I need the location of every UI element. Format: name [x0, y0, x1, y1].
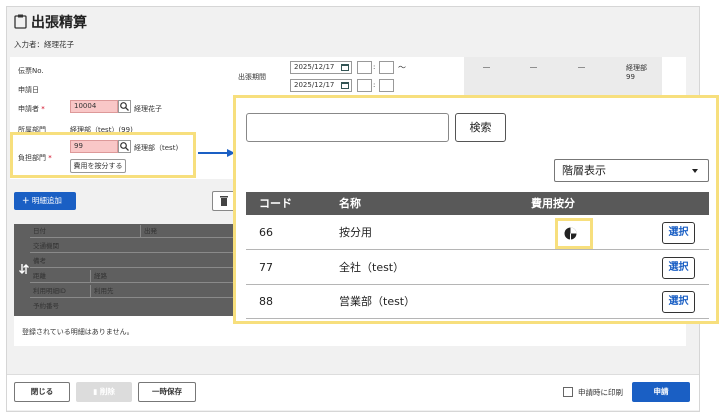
delete-button[interactable]: ▮ 削除 [76, 382, 132, 402]
clipboard-icon [14, 14, 27, 29]
empty-message: 登録されている明細はありません。 [22, 328, 134, 336]
page-title: 出張精算 [31, 15, 87, 31]
range-separator: 〜 [398, 63, 406, 72]
time-to-minute[interactable] [379, 79, 394, 92]
col-name: 名称 [339, 197, 361, 210]
temp-save-button[interactable]: 一時保存 [138, 382, 196, 402]
entrant-info: 入力者：経理花子 [14, 40, 74, 49]
row-code: 66 [259, 226, 273, 239]
calendar-icon [341, 82, 349, 89]
select-button[interactable]: 選択 [662, 257, 695, 279]
table-row: 77 全社（test） 選択 [246, 251, 709, 285]
trip-period-label: 出張期間 [238, 73, 266, 81]
col-allocation: 費用按分 [531, 197, 575, 210]
trash-icon: ▮ [93, 387, 98, 396]
info-col-3: ― [578, 63, 585, 71]
pointer-arrow [198, 152, 230, 154]
print-on-apply-checkbox[interactable] [563, 387, 573, 397]
table-row: 88 営業部（test） 選択 [246, 285, 709, 319]
select-button[interactable]: 選択 [662, 291, 695, 313]
popup-search-button[interactable]: 検索 [455, 113, 506, 142]
col-code: コード [259, 197, 292, 210]
popup-search-input[interactable] [246, 113, 449, 142]
chevron-down-icon [692, 169, 698, 173]
search-icon [120, 102, 129, 111]
detail-header-row-4: 距離 経路 [30, 270, 236, 283]
allocation-icon-highlight [555, 218, 593, 249]
applicant-code-field[interactable]: 10004 [70, 100, 118, 113]
row-name: 按分用 [339, 226, 372, 239]
trash-icon [220, 196, 228, 206]
print-on-apply-label: 申請時に印刷 [578, 388, 623, 397]
burden-dept-highlight [10, 132, 196, 178]
sort-arrows-icon[interactable] [18, 262, 30, 276]
apply-button[interactable]: 申請 [632, 382, 690, 402]
row-name: 全社（test） [339, 261, 405, 274]
applicant-label: 申請者 * [18, 105, 45, 113]
time-from-minute[interactable] [379, 61, 394, 74]
row-code: 77 [259, 261, 273, 274]
time-separator: : [373, 81, 376, 89]
close-button[interactable]: 閉じる [14, 382, 70, 402]
info-dept-code: 99 [626, 73, 635, 81]
date-from-field[interactable]: 2025/12/17 [290, 61, 352, 74]
calendar-icon [341, 64, 349, 71]
slip-no-label: 伝票No. [18, 67, 44, 75]
view-mode-select[interactable]: 階層表示 [554, 159, 709, 182]
detail-header-row-6: 予約番号 [33, 302, 59, 310]
info-col-1: ― [483, 63, 490, 71]
detail-header-row-5: 利用明細ID 利用先 [30, 285, 236, 298]
detail-header-row-1: 日付 出発 [30, 225, 236, 238]
applicant-name: 経理花子 [134, 105, 162, 113]
detail-header-row-2: 交通機関 [30, 240, 236, 253]
row-name: 営業部（test） [339, 295, 416, 308]
detail-header-row-3: 備考 [30, 255, 236, 268]
add-detail-button[interactable]: ＋ 明細追加 [14, 192, 76, 210]
popup-table-header: コード 名称 費用按分 [246, 192, 709, 215]
row-code: 88 [259, 295, 273, 308]
info-dept: 経理部 [626, 64, 647, 72]
time-from-hour[interactable] [357, 61, 372, 74]
info-col-2: ― [530, 63, 537, 71]
select-button[interactable]: 選択 [662, 222, 695, 244]
plus-icon: ＋ [22, 196, 30, 205]
date-to-field[interactable]: 2025/12/17 [290, 79, 352, 92]
apply-date-label: 申請日 [18, 86, 39, 94]
applicant-search-button[interactable] [118, 100, 131, 113]
table-row: 66 按分用 選択 [246, 216, 709, 250]
time-separator: : [373, 63, 376, 71]
time-to-hour[interactable] [357, 79, 372, 92]
